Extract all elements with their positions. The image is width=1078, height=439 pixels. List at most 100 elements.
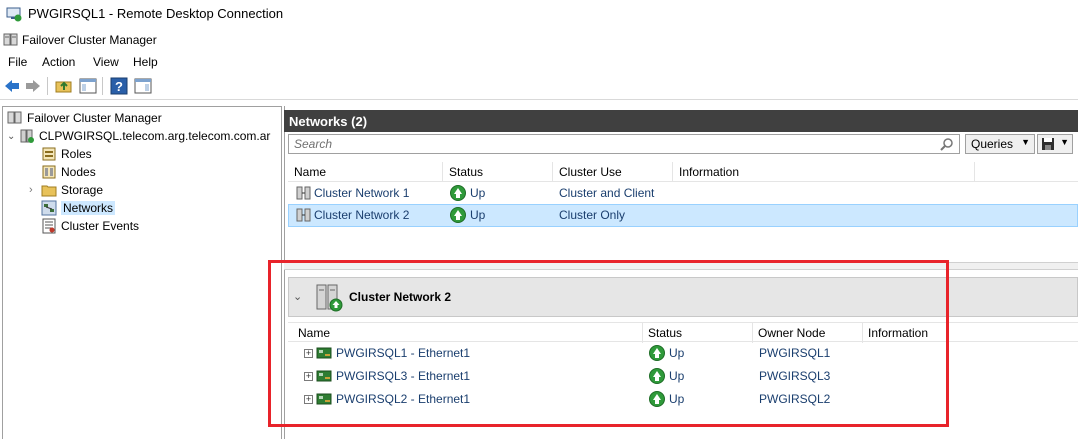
interface-name: PWGIRSQL1 - Ethernet1 [336,346,471,360]
column-divider[interactable] [552,162,553,182]
table-row-selected[interactable]: Cluster Network 2 Up Cluster Only [288,204,1078,227]
column-divider[interactable] [672,162,673,182]
queries-button[interactable]: Queries ▼ [965,134,1035,154]
col-name[interactable]: Name [294,165,326,179]
toolbar-separator [47,77,48,95]
help-icon[interactable]: ? [110,77,128,95]
detail-header: ⌄ Cluster Network 2 [288,277,1078,317]
chevron-right-icon[interactable]: › [29,184,41,196]
interface-name: PWGIRSQL2 - Ethernet1 [336,392,471,406]
table-row[interactable]: + PWGIRSQL2 - Ethernet1 Up PWGIRSQL2 [288,388,948,411]
chevron-down-icon[interactable]: ⌄ [7,131,19,142]
interface-owner-node: PWGIRSQL3 [759,369,831,383]
column-divider[interactable] [974,162,975,182]
rdp-title-bar: PWGIRSQL1 - Remote Desktop Connection [0,0,1078,28]
menu-bar: File Action View Help [0,52,1078,72]
table-row[interactable]: Cluster Network 1 Up Cluster and Client [288,182,1078,205]
cluster-events-icon [42,218,56,234]
tree-item-nodes[interactable]: Nodes [41,163,96,181]
networks-title: Networks (2) [289,114,368,129]
column-divider[interactable] [862,323,863,343]
detail-title: Cluster Network 2 [349,290,452,304]
network-cluster-use: Cluster and Client [559,186,655,200]
tree-item-cluster-events[interactable]: Cluster Events [41,217,139,235]
col-name[interactable]: Name [298,326,330,340]
interface-status: Up [669,369,685,383]
back-arrow-icon[interactable] [3,77,21,95]
column-divider[interactable] [442,162,443,182]
search-bar: Search Queries ▼ ▼ [286,133,1078,155]
status-up-icon [649,368,665,384]
status-up-icon [450,207,466,223]
dropdown-arrow-icon: ▼ [1060,137,1069,147]
interface-status: Up [669,392,685,406]
tree-cluster[interactable]: ⌄ CLPWGIRSQL.telecom.arg.telecom.com.ar [7,127,270,145]
app-window-title: Failover Cluster Manager [22,33,157,47]
storage-folder-icon [41,185,57,197]
tree-item-label: Cluster Events [61,219,140,233]
save-query-button[interactable]: ▼ [1037,134,1073,154]
column-divider[interactable] [752,323,753,343]
interface-owner-node: PWGIRSQL1 [759,346,831,360]
remote-desktop-icon [6,7,22,22]
tree-item-label: Networks [61,201,116,215]
failover-cluster-icon [3,33,18,46]
tree-item-roles[interactable]: Roles [41,145,92,163]
col-cluster-use[interactable]: Cluster Use [559,165,622,179]
pane-splitter[interactable] [284,262,1078,270]
show-hide-action-pane-icon[interactable] [134,77,152,95]
col-owner-node[interactable]: Owner Node [758,326,825,340]
tree-item-storage[interactable]: › Storage [29,181,103,199]
tree-root[interactable]: Failover Cluster Manager [7,109,162,127]
network-icon [296,208,311,222]
network-status: Up [470,186,486,200]
expand-plus-icon[interactable]: + [304,349,313,358]
forward-arrow-icon[interactable] [24,77,42,95]
menu-view[interactable]: View [93,55,119,69]
col-status[interactable]: Status [648,326,682,340]
svg-text:?: ? [115,79,123,94]
column-divider[interactable] [642,323,643,343]
interface-status: Up [669,346,685,360]
tree-item-networks[interactable]: Networks [41,199,116,217]
interface-name: PWGIRSQL3 - Ethernet1 [336,369,471,383]
save-icon [1042,138,1054,150]
search-icon[interactable] [940,137,954,151]
toolbar: ? [0,72,1078,100]
menu-action[interactable]: Action [42,55,75,69]
networks-icon [41,200,57,216]
tree-root-label: Failover Cluster Manager [27,111,162,125]
col-status[interactable]: Status [449,165,483,179]
cluster-icon [20,129,34,143]
status-up-icon [450,185,466,201]
app-title-bar: Failover Cluster Manager [0,28,1078,52]
menu-file[interactable]: File [8,55,27,69]
network-name: Cluster Network 1 [314,186,410,200]
toolbar-separator [102,77,103,95]
network-icon [296,186,311,200]
search-input[interactable]: Search [288,134,960,154]
tree-cluster-label: CLPWGIRSQL.telecom.arg.telecom.com.ar [39,129,271,143]
tree-item-label: Nodes [61,165,96,179]
network-cluster-use: Cluster Only [559,208,626,222]
rdp-window-title: PWGIRSQL1 - Remote Desktop Connection [28,6,284,21]
queries-label: Queries [971,137,1014,151]
expand-plus-icon[interactable]: + [304,395,313,404]
show-hide-console-tree-icon[interactable] [79,77,97,95]
up-folder-icon[interactable] [55,77,73,95]
failover-cluster-manager-icon [7,111,22,124]
tree-item-label: Storage [61,183,104,197]
expand-plus-icon[interactable]: + [304,372,313,381]
col-information[interactable]: Information [868,326,928,340]
table-row[interactable]: + PWGIRSQL1 - Ethernet1 Up PWGIRSQL1 [288,342,948,365]
dropdown-arrow-icon: ▼ [1021,137,1030,147]
tree-item-label: Roles [61,147,92,161]
status-up-icon [649,345,665,361]
col-information[interactable]: Information [679,165,739,179]
table-row[interactable]: + PWGIRSQL3 - Ethernet1 Up PWGIRSQL3 [288,365,948,388]
status-up-icon [649,391,665,407]
console-tree: Failover Cluster Manager ⌄ CLPWGIRSQL.te… [2,106,282,439]
collapse-chevron-icon[interactable]: ⌄ [293,290,302,303]
networks-column-headers: Name Status Cluster Use Information [288,162,1078,182]
menu-help[interactable]: Help [133,55,158,69]
